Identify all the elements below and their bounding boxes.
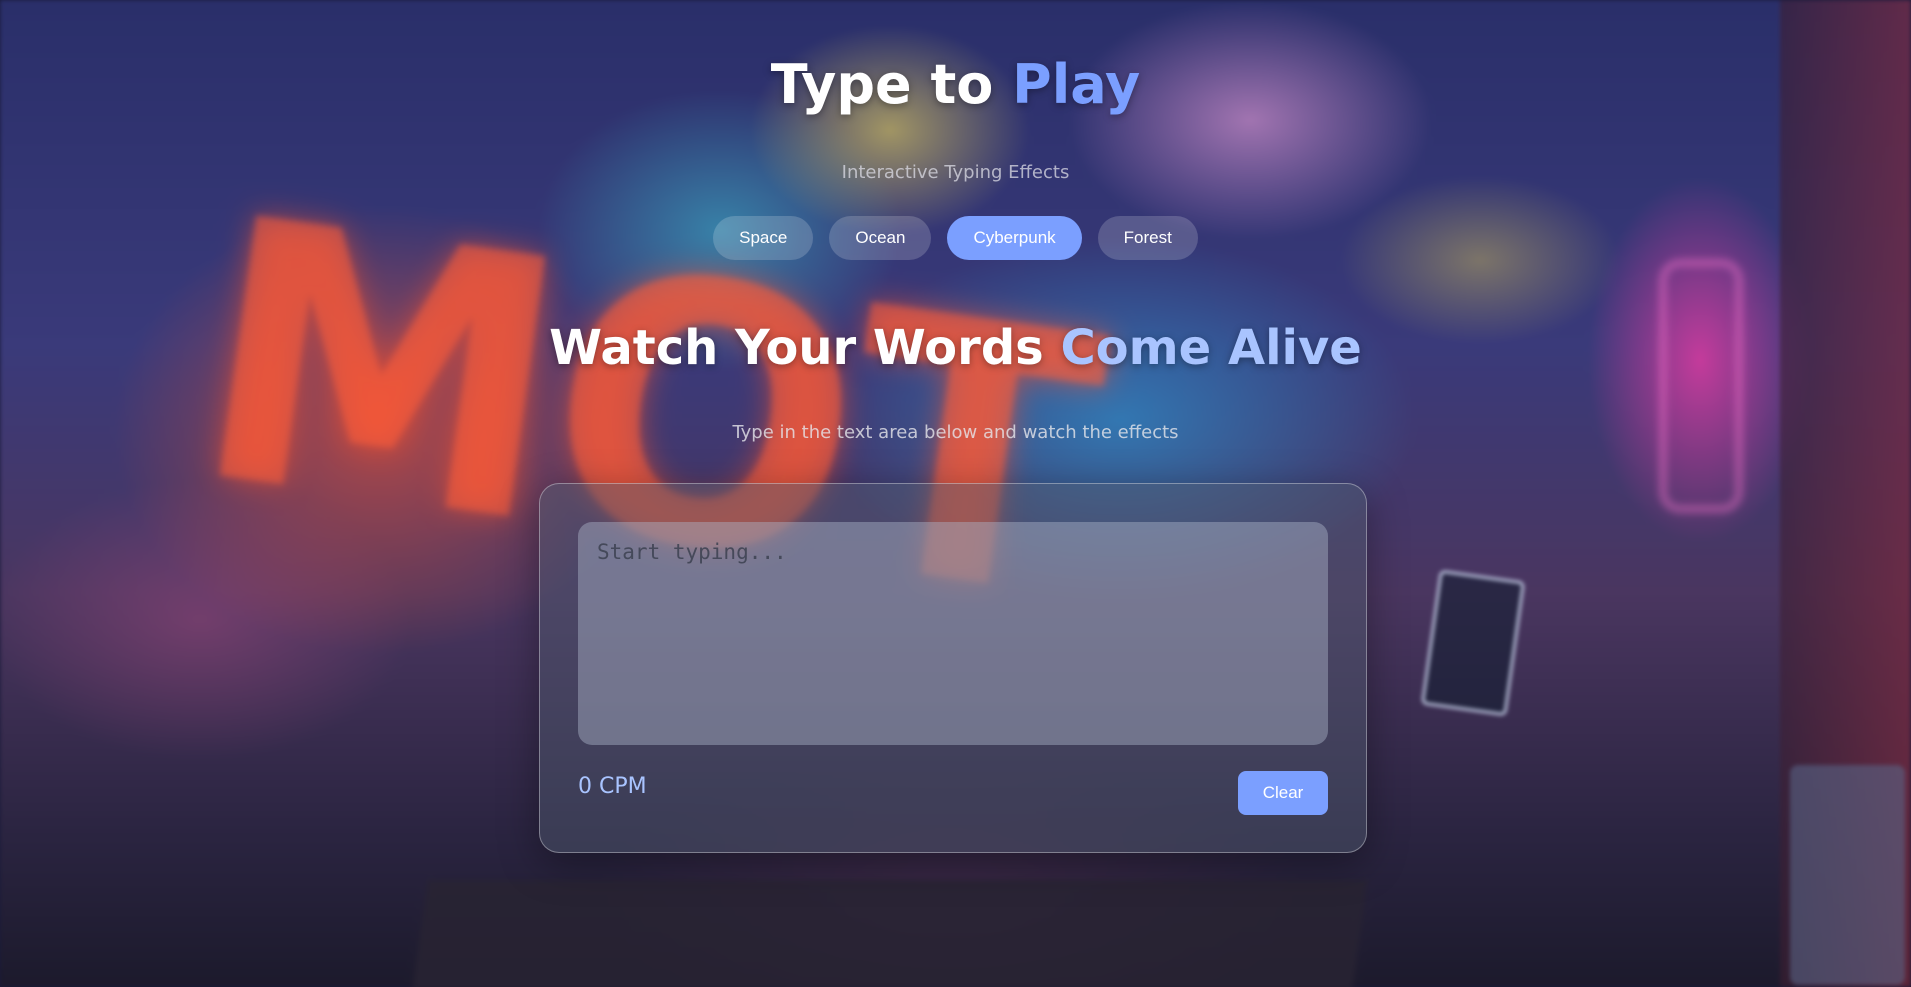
- theme-button-cyberpunk[interactable]: Cyberpunk: [947, 216, 1082, 260]
- app-page: MOT Type to Play Interactive Typing Effe…: [0, 0, 1911, 987]
- theme-button-ocean[interactable]: Ocean: [829, 216, 932, 260]
- theme-button-forest[interactable]: Forest: [1097, 216, 1198, 260]
- main-content: Type to Play Interactive Typing Effects …: [0, 0, 1911, 987]
- page-title: Type to Play: [0, 50, 1911, 120]
- clear-button[interactable]: Clear: [1238, 771, 1328, 815]
- cpm-counter: 0 CPM: [578, 774, 647, 799]
- hero-heading-accent: Come Alive: [1060, 320, 1362, 376]
- theme-button-space[interactable]: Space: [713, 216, 814, 260]
- typing-card: 0 CPM Clear: [539, 483, 1367, 853]
- hero-lead: Type in the text area below and watch th…: [732, 422, 1179, 443]
- hero-heading-main: Watch Your Words: [549, 320, 1061, 376]
- theme-selector: Space Ocean Cyberpunk Forest: [0, 216, 1911, 260]
- hero-heading: Watch Your Words Come Alive: [0, 318, 1911, 378]
- title-accent: Play: [1012, 53, 1141, 116]
- title-main: Type to: [770, 53, 1013, 116]
- typing-input[interactable]: [578, 522, 1328, 745]
- page-subtitle: Interactive Typing Effects: [841, 162, 1070, 183]
